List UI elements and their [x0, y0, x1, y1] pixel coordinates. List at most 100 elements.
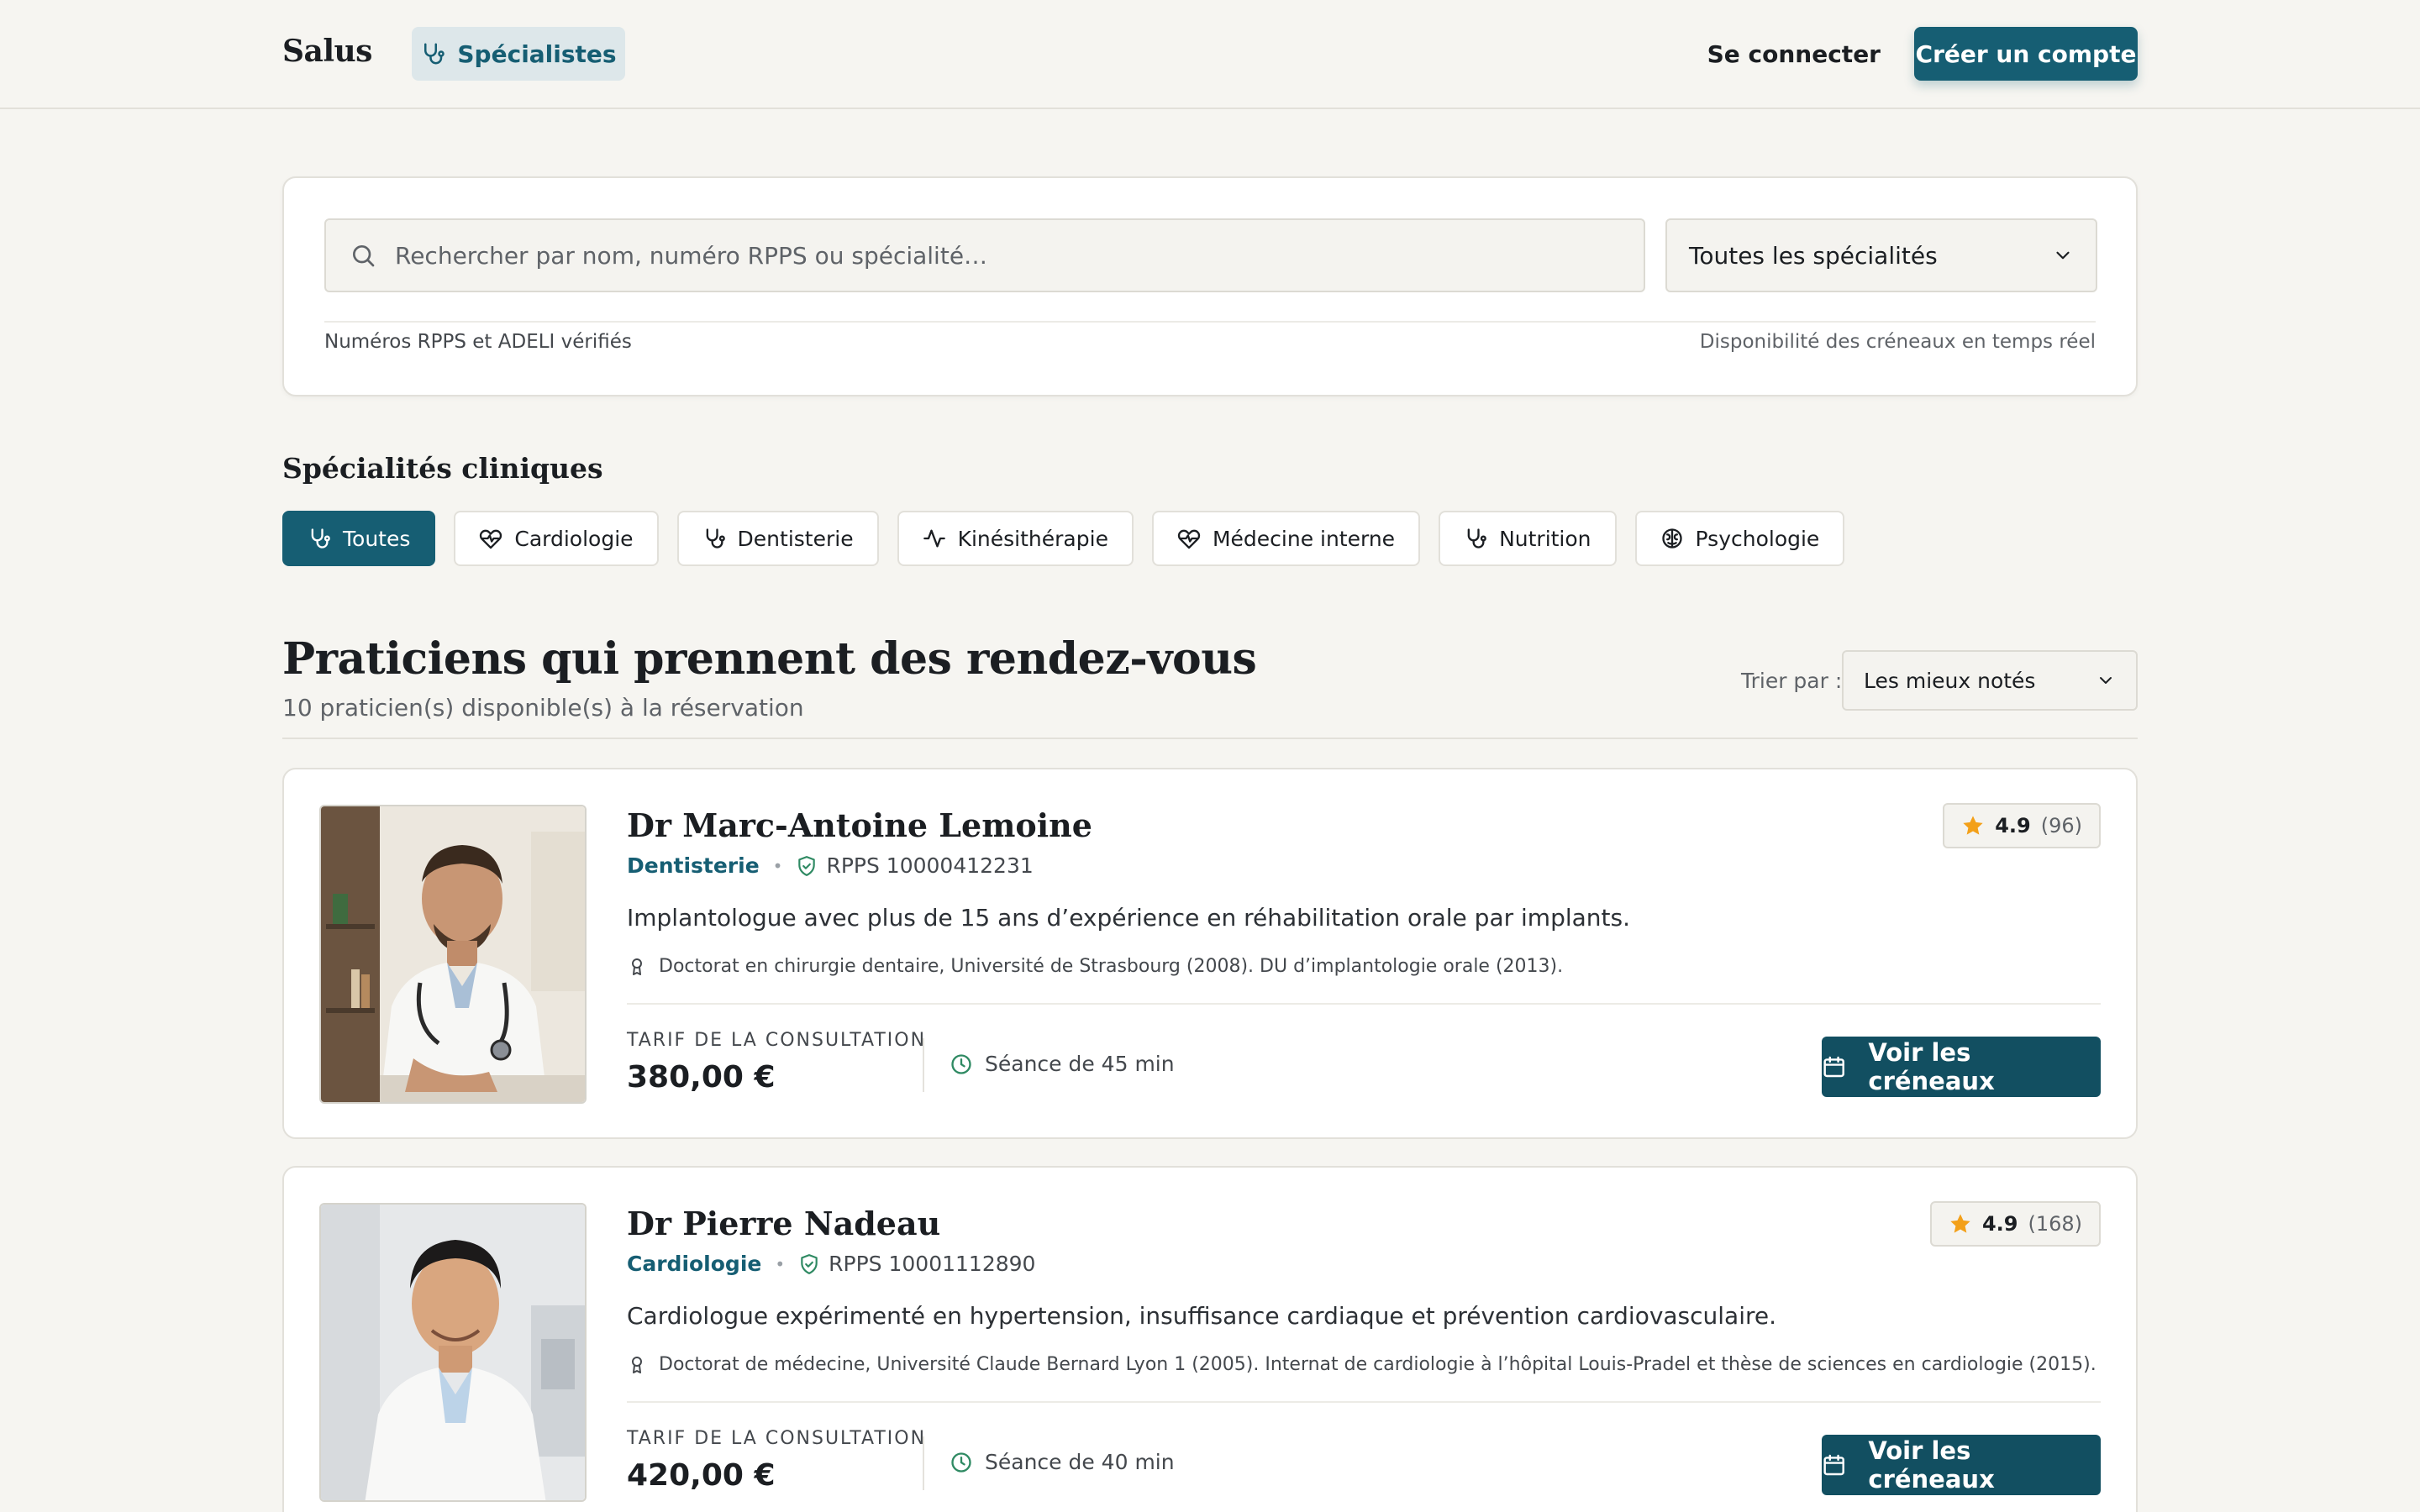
- chevron-down-icon: [2056, 251, 2070, 260]
- chip-label: Psychologie: [1695, 526, 1820, 551]
- star-icon: [1950, 1214, 1970, 1233]
- doctor-card: Dr Pierre Nadeau Cardiologie • RPPS 1000…: [282, 1166, 2138, 1512]
- doctor-education: Doctorat en chirurgie dentaire, Universi…: [627, 956, 1563, 977]
- stethoscope-icon: [1467, 528, 1486, 549]
- rating-score: 4.9: [1995, 814, 2031, 837]
- card-divider: [627, 1401, 2101, 1403]
- chip-dentisterie[interactable]: Dentisterie: [676, 511, 879, 566]
- doctor-portrait-image: [321, 1205, 585, 1500]
- brand-logo[interactable]: Salus: [282, 34, 372, 69]
- verified-note: Numéros RPPS et ADELI vérifiés: [324, 331, 632, 353]
- doctor-education-text: Doctorat de médecine, Université Claude …: [659, 1354, 2096, 1375]
- specialties-title: Spécialités cliniques: [282, 452, 603, 485]
- stethoscope-icon: [424, 43, 445, 65]
- view-slots-label: Voir les créneaux: [1868, 1436, 1995, 1494]
- clock-icon: [951, 1053, 971, 1074]
- brain-icon: [1661, 528, 1682, 549]
- fee-separator: [923, 1436, 924, 1490]
- results-count: 10 praticien(s) disponible(s) à la réser…: [282, 694, 804, 722]
- results-title: Praticiens qui prennent des rendez-vous: [282, 633, 1257, 685]
- heart-pulse-icon: [480, 529, 502, 549]
- chevron-down-icon: [2100, 677, 2112, 684]
- nav-specialists-label: Spécialistes: [457, 39, 617, 68]
- doctor-specialty: Dentisterie: [627, 853, 760, 878]
- heart-pulse-icon: [1177, 529, 1201, 549]
- login-link[interactable]: Se connecter: [1707, 40, 1881, 68]
- nav-specialists[interactable]: Spécialistes: [412, 27, 625, 81]
- rpps-number: RPPS 10000412231: [796, 853, 1034, 878]
- card-divider: [627, 1003, 2101, 1005]
- rating-count: (168): [2028, 1212, 2082, 1236]
- shield-check-icon: [801, 1253, 818, 1274]
- rating-badge: 4.9 (96): [1943, 803, 2101, 848]
- doctor-portrait-image: [321, 806, 585, 1102]
- fee-separator: [923, 1038, 924, 1092]
- specialty-chips: Toutes Cardiologie Dentisterie Kinésithé…: [282, 511, 1845, 566]
- award-icon: [632, 958, 642, 975]
- doctor-education: Doctorat de médecine, Université Claude …: [627, 1354, 2096, 1375]
- view-slots-button[interactable]: Voir les créneaux: [1822, 1037, 2101, 1097]
- calendar-icon: [1823, 1056, 1844, 1078]
- doctor-photo[interactable]: [319, 1203, 587, 1502]
- doctor-description: Implantologue avec plus de 15 ans d’expé…: [627, 904, 1630, 932]
- search-icon: [353, 245, 375, 267]
- top-bar: Salus Spécialistes Se connecter Créer un…: [0, 0, 2420, 109]
- session-duration-text: Séance de 45 min: [985, 1052, 1175, 1076]
- fee-label: TARIF DE LA CONSULTATION: [627, 1428, 927, 1449]
- doctor-description: Cardiologue expérimenté en hypertension,…: [627, 1302, 1777, 1330]
- fee-value: 380,00 €: [627, 1060, 776, 1095]
- view-slots-label: Voir les créneaux: [1868, 1038, 1995, 1095]
- search-input[interactable]: Rechercher par nom, numéro RPPS ou spéci…: [324, 218, 1645, 292]
- doctor-specialty: Cardiologie: [627, 1252, 762, 1276]
- rating-badge: 4.9 (168): [1929, 1201, 2101, 1247]
- star-icon: [1963, 816, 1983, 835]
- fee-value: 420,00 €: [627, 1458, 776, 1493]
- rpps-label: RPPS 10001112890: [829, 1252, 1036, 1276]
- activity-icon: [923, 529, 945, 548]
- calendar-icon: [1823, 1454, 1844, 1476]
- chip-toutes[interactable]: Toutes: [282, 511, 436, 566]
- chip-label: Nutrition: [1499, 526, 1591, 551]
- separator-dot: •: [775, 1253, 786, 1274]
- search-card: Rechercher par nom, numéro RPPS ou spéci…: [282, 176, 2138, 396]
- session-duration: Séance de 45 min: [950, 1052, 1175, 1076]
- chip-label: Dentisterie: [737, 526, 854, 551]
- stethoscope-icon: [706, 528, 725, 549]
- doctor-education-text: Doctorat en chirurgie dentaire, Universi…: [659, 956, 1564, 977]
- doctor-meta: Cardiologie • RPPS 10001112890: [627, 1252, 1035, 1276]
- chip-kinesitherapie[interactable]: Kinésithérapie: [897, 511, 1134, 566]
- chip-label: Médecine interne: [1212, 526, 1396, 551]
- realtime-note: Disponibilité des créneaux en temps réel: [1699, 331, 2096, 353]
- signup-button[interactable]: Créer un compte: [1914, 27, 2138, 81]
- view-slots-button[interactable]: Voir les créneaux: [1822, 1435, 2101, 1495]
- doctor-name[interactable]: Dr Marc-Antoine Lemoine: [627, 806, 1092, 844]
- stethoscope-icon: [311, 528, 330, 549]
- chip-nutrition[interactable]: Nutrition: [1439, 511, 1617, 566]
- rating-count: (96): [2040, 814, 2082, 837]
- clock-icon: [951, 1452, 971, 1473]
- sort-label: Trier par :: [1741, 669, 1843, 693]
- chip-medecine-interne[interactable]: Médecine interne: [1151, 511, 1421, 566]
- specialty-select[interactable]: Toutes les spécialités: [1665, 218, 2097, 292]
- separator-dot: •: [772, 855, 783, 876]
- session-duration: Séance de 40 min: [950, 1450, 1175, 1474]
- search-placeholder: Rechercher par nom, numéro RPPS ou spéci…: [395, 241, 988, 270]
- doctor-name[interactable]: Dr Pierre Nadeau: [627, 1205, 940, 1242]
- chip-label: Toutes: [343, 526, 411, 551]
- sort-select-value: Les mieux notés: [1864, 668, 2036, 693]
- chip-label: Kinésithérapie: [957, 526, 1108, 551]
- sort-select[interactable]: Les mieux notés: [1842, 650, 2138, 711]
- session-duration-text: Séance de 40 min: [985, 1450, 1175, 1474]
- award-icon: [632, 1356, 642, 1373]
- shield-check-icon: [798, 855, 816, 876]
- rpps-label: RPPS 10000412231: [826, 853, 1034, 878]
- chip-cardiologie[interactable]: Cardiologie: [454, 511, 659, 566]
- rating-score: 4.9: [1981, 1212, 2018, 1236]
- results-divider: [282, 738, 2138, 739]
- specialty-select-value: Toutes les spécialités: [1689, 241, 1938, 270]
- fee-label: TARIF DE LA CONSULTATION: [627, 1030, 927, 1051]
- doctor-meta: Dentisterie • RPPS 10000412231: [627, 853, 1034, 878]
- chip-psychologie[interactable]: Psychologie: [1634, 511, 1845, 566]
- doctor-photo[interactable]: [319, 805, 587, 1104]
- rpps-number: RPPS 10001112890: [798, 1252, 1035, 1276]
